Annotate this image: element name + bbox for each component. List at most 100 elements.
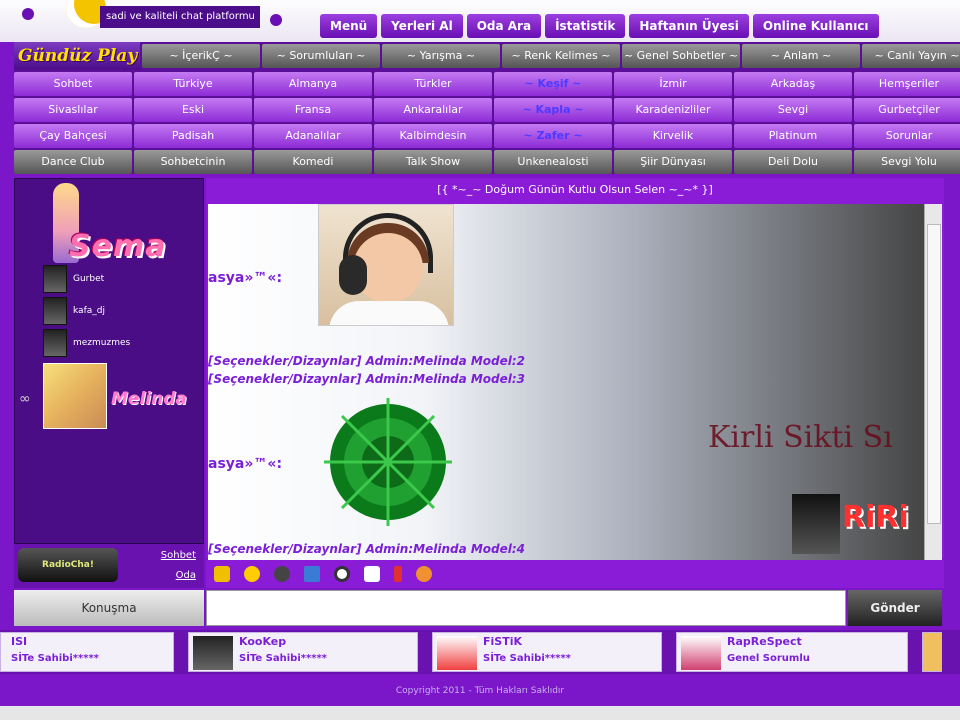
featured-user-card[interactable]: RapReSpect Genel Sorumlu [676, 632, 908, 672]
background-watermark: Kirli Sikti Sı [708, 420, 893, 455]
menu-room[interactable]: Türkiye [134, 72, 252, 96]
message-sender[interactable]: asya»™«: [208, 456, 282, 472]
user-list-item[interactable]: mezmuzmes [43, 327, 203, 359]
menu-room[interactable]: Ankaralılar [374, 98, 492, 122]
menu-room[interactable]: Kalbimdesin [374, 124, 492, 148]
menu-room[interactable]: Almanya [254, 72, 372, 96]
featured-user-card-name: RapReSpect [727, 635, 802, 648]
menu-room[interactable]: Arkadaş [734, 72, 852, 96]
menu-room[interactable]: ~ Zafer ~ [494, 124, 612, 148]
sema-logo-text: Sema [69, 229, 167, 264]
background-portrait [792, 494, 840, 554]
nav-oda-ara[interactable]: Oda Ara [466, 14, 542, 38]
nav-istatistik[interactable]: İstatistik [545, 14, 626, 38]
user-name: mezmuzmes [73, 338, 131, 348]
site-slogan: sadi ve kaliteli chat platformu [100, 6, 260, 28]
nav-menu[interactable]: Menü [320, 14, 378, 38]
featured-user-card[interactable]: ISI SİTe Sahibi***** [0, 632, 174, 672]
menu-room[interactable]: Türkler [374, 72, 492, 96]
sidebar-link[interactable]: Sohbet [161, 550, 196, 561]
menu-room[interactable]: Şiir Dünyası [614, 150, 732, 174]
menu-room[interactable]: Sivaslılar [14, 98, 132, 122]
featured-user-card-name: FiSTiK [483, 635, 523, 648]
message-input[interactable] [206, 590, 846, 626]
menu-room[interactable]: Komedi [254, 150, 372, 174]
gift-icon[interactable] [416, 566, 432, 582]
shared-image-green-plant [324, 398, 452, 526]
menu-category[interactable]: ~ Sorumluları ~ [262, 44, 380, 68]
hand-icon[interactable] [214, 566, 230, 582]
featured-user-card-status: Genel Sorumlu [727, 653, 810, 664]
menu-category[interactable]: ~ Genel Sohbetler ~ [622, 44, 740, 68]
browser-status-bar [0, 706, 960, 720]
smiley-icon[interactable] [244, 566, 260, 582]
featured-user-card-status: SİTe Sahibi***** [483, 653, 571, 664]
radio-button[interactable]: RadioCha! [18, 548, 118, 582]
bottle-icon[interactable] [394, 566, 402, 582]
menu-room[interactable]: İzmir [614, 72, 732, 96]
sticker-icon[interactable] [274, 566, 290, 582]
menu-room[interactable]: Dance Club [14, 150, 132, 174]
featured-user-card[interactable]: FiSTiK SİTe Sahibi***** [432, 632, 662, 672]
featured-users-strip: ISI SİTe Sahibi***** KooKep SİTe Sahibi*… [0, 630, 960, 674]
footer-copyright: Copyright 2011 - Tüm Hakları Saklıdır [0, 676, 960, 706]
menu-row-categories: ~ İçerikÇ ~ ~ Sorumluları ~ ~ Yarışma ~ … [142, 44, 960, 68]
featured-user-avatar[interactable] [43, 363, 107, 429]
send-button[interactable]: Gönder [848, 590, 942, 626]
menu-room[interactable]: Sohbetcinin [134, 150, 252, 174]
menu-category[interactable]: ~ Renk Kelimes ~ [502, 44, 620, 68]
menu-room[interactable]: ~ Kapla ~ [494, 98, 612, 122]
menu-row: Sivaslılar Eski Fransa Ankaralılar ~ Kap… [14, 98, 960, 122]
featured-user-card-status: SİTe Sahibi***** [11, 653, 99, 664]
menu-room[interactable]: Unkenealosti [494, 150, 612, 174]
menu-room[interactable]: Deli Dolu [734, 150, 852, 174]
nav-haftanin-uyesi[interactable]: Haftanın Üyesi [629, 14, 749, 38]
nav-online-kullanici[interactable]: Online Kullanıcı [752, 14, 879, 38]
user-sidebar: Sema Gurbet kafa_dj mezmuzmes ∞ Melinda [14, 178, 204, 544]
menu-room[interactable]: Platinum [734, 124, 852, 148]
message-sender[interactable]: asya»™«: [208, 270, 282, 286]
konusma-button[interactable]: Konuşma [14, 590, 204, 626]
user-name: kafa_dj [73, 306, 105, 316]
user-list-item[interactable]: kafa_dj [43, 295, 203, 327]
record-icon[interactable] [334, 566, 350, 582]
menu-category[interactable]: ~ Canlı Yayın ~ [862, 44, 960, 68]
video-icon[interactable] [364, 566, 380, 582]
radio-panel: RadioCha! Sohbet Oda [14, 544, 204, 588]
menu-room[interactable]: Sevgi [734, 98, 852, 122]
menu-room[interactable]: Çay Bahçesi [14, 124, 132, 148]
menu-room[interactable]: Karadenizliler [614, 98, 732, 122]
avatar [193, 636, 233, 670]
nav-yerleri-al[interactable]: Yerleri Al [381, 14, 463, 38]
featured-user-card[interactable]: KooKep SİTe Sahibi***** [188, 632, 418, 672]
user-list-item[interactable]: Gurbet [43, 263, 203, 295]
scrollbar-thumb[interactable] [927, 224, 941, 524]
menu-room[interactable]: Sohbet [14, 72, 132, 96]
menu-room[interactable]: Sorunlar [854, 124, 960, 148]
menu-room[interactable]: Eski [134, 98, 252, 122]
menu-room[interactable]: Hemşeriler [854, 72, 960, 96]
user-name: Gurbet [73, 274, 105, 284]
menu-category[interactable]: ~ Yarışma ~ [382, 44, 500, 68]
sema-logo: Sema [45, 183, 195, 265]
featured-user-name[interactable]: Melinda [111, 389, 187, 409]
menu-room[interactable]: ~ Keşif ~ [494, 72, 612, 96]
sidebar-link[interactable]: Oda [176, 570, 196, 581]
menu-category[interactable]: ~ İçerikÇ ~ [142, 44, 260, 68]
menu-category[interactable]: ~ Anlam ~ [742, 44, 860, 68]
featured-user-card-name: ISI [11, 635, 28, 648]
menu-room[interactable]: Adanalılar [254, 124, 372, 148]
menu-row: Sohbet Türkiye Almanya Türkler ~ Keşif ~… [14, 72, 960, 96]
featured-user-card[interactable] [922, 632, 942, 672]
chat-messages: asya»™«: [Seçenekler/Dizaynlar] Admin:Me… [208, 204, 924, 560]
chat-panel: [{ *~_~ Doğum Günün Kutlu Olsun Selen ~_… [206, 178, 944, 560]
menu-room[interactable]: Sevgi Yolu [854, 150, 960, 174]
menu-room[interactable]: Talk Show [374, 150, 492, 174]
chat-scrollbar[interactable] [924, 204, 942, 560]
menu-room[interactable]: Padisah [134, 124, 252, 148]
brand-logo[interactable]: Gündüz Play [14, 42, 140, 70]
menu-room[interactable]: Fransa [254, 98, 372, 122]
image-icon[interactable] [304, 566, 320, 582]
menu-room[interactable]: Kirvelik [614, 124, 732, 148]
menu-room[interactable]: Gurbetçiler [854, 98, 960, 122]
